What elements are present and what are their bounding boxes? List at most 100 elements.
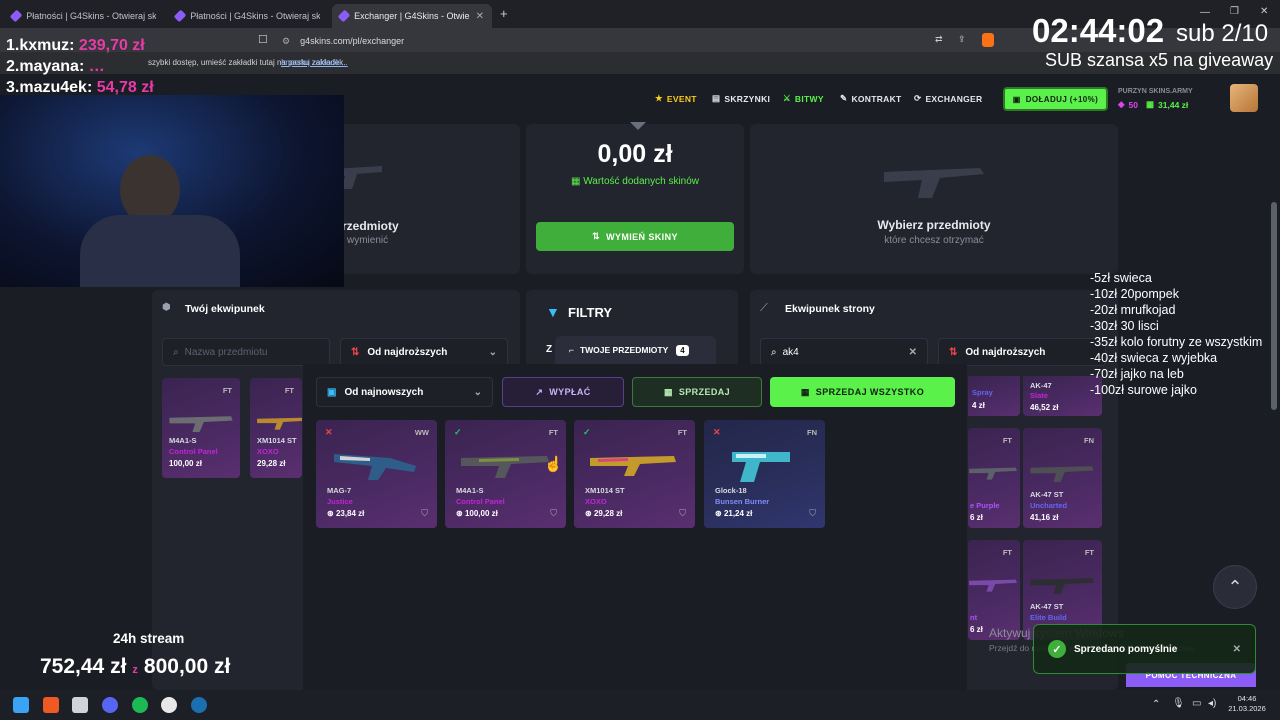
site-item-card[interactable]: FT e Purple 6 zł	[968, 428, 1020, 528]
windows-start-icon[interactable]	[13, 697, 29, 713]
nav-cases[interactable]: ▤ SKRZYNKI	[712, 93, 770, 104]
withdraw-button[interactable]: ↗ WYPŁAĆ	[502, 377, 624, 407]
site-info-icon[interactable]: ⚙	[282, 36, 290, 47]
inventory-search-placeholder: Nazwa przedmiotu	[184, 346, 268, 358]
item-price-value: 29,28 zł	[593, 509, 623, 518]
rifle-image	[461, 456, 549, 478]
sell-button[interactable]: ▦ SPRZEDAJ	[632, 377, 762, 407]
maximize-icon[interactable]: ❐	[1230, 6, 1239, 17]
leaderboard-row: 3.mazu4ek: 54,78 zł	[6, 77, 154, 98]
my-items-sort-value: Od najnowszych	[344, 386, 424, 398]
rifle-image	[1030, 578, 1094, 595]
close-icon[interactable]: ✕	[1233, 644, 1241, 655]
my-item-card[interactable]: ✓ FT XM1014 ST XOXO ⊛ 29,28 zł ⛉	[574, 420, 695, 528]
microphone-icon[interactable]: 🎙	[1172, 698, 1185, 709]
site-item-card[interactable]: FN AK-47 ST Uncharted 41,16 zł	[1023, 428, 1102, 528]
close-tab-icon[interactable]: ✕	[476, 11, 484, 22]
site-search-input[interactable]: ⌕ ak4 ✕	[760, 338, 928, 366]
shield-icon[interactable]: ⛉	[679, 508, 686, 519]
avatar[interactable]	[1230, 84, 1258, 112]
chevron-down-icon: ⌄	[488, 346, 497, 358]
gem-icon: ◆	[1118, 99, 1125, 109]
nav-contract[interactable]: ✎ KONTRAKT	[840, 93, 902, 104]
my-item-card[interactable]: ✓ FT M4A1-S Control Panel ⊛ 100,00 zł ⛉	[445, 420, 566, 528]
spotify-icon[interactable]	[132, 697, 148, 713]
scroll-to-top-button[interactable]: ⌃	[1213, 565, 1257, 609]
item-price-value: 100,00 zł	[464, 509, 498, 518]
nav-exchanger[interactable]: ⟳ EXCHANGER	[914, 93, 982, 104]
inventory-item-card[interactable]: FT XM1014 ST XOXO 29,28 zł	[250, 378, 302, 478]
nav-event[interactable]: ★ EVENT	[655, 93, 697, 104]
shield-icon[interactable]: ⛉	[809, 508, 816, 519]
item-wear: FN	[807, 428, 817, 437]
swap-skins-button[interactable]: ⇅ WYMIEŃ SKINY	[536, 222, 734, 251]
site-sort-value: Od najdroższych	[965, 346, 1046, 358]
bookmark-icon[interactable]: ☐	[258, 33, 268, 46]
g4skins-favicon-icon	[9, 9, 23, 23]
network-icon[interactable]: ▭	[1192, 698, 1201, 709]
clear-icon[interactable]: ✕	[909, 347, 917, 358]
item-skin: XOXO	[257, 447, 279, 456]
g4skins-favicon-icon	[173, 9, 187, 23]
item-skin: Spray	[972, 388, 993, 397]
obs-icon[interactable]	[161, 697, 177, 713]
exchange-value-label-text: Wartość dodanych skinów	[583, 176, 700, 187]
inventory-item-card[interactable]: FT M4A1-S Control Panel 100,00 zł	[162, 378, 240, 478]
my-items-sort-select[interactable]: ▣ Od najnowszych ⌄	[316, 377, 493, 407]
my-item-card[interactable]: ✕ WW MAG-7 Justice ⊛ 23,84 zł ⛉	[316, 420, 437, 528]
inventory-search-input[interactable]: ⌕ Nazwa przedmiotu	[162, 338, 330, 366]
taskbar-clock[interactable]: 04:46 21.03.2026	[1224, 694, 1270, 714]
new-tab-button[interactable]: +	[500, 6, 508, 21]
donor-amount: 239,70 zł	[78, 37, 145, 54]
item-wear: FT	[1084, 548, 1094, 557]
brave-browser-icon[interactable]	[43, 697, 59, 713]
site-item-card[interactable]: Spray 4 zł	[968, 376, 1020, 416]
nav-battles[interactable]: ⚔ BITWY	[783, 93, 824, 104]
my-item-card[interactable]: ✕ FN Glock-18 Bunsen Burner ⊛ 21,24 zł ⛉	[704, 420, 825, 528]
coin-icon: ⊛	[327, 509, 336, 518]
donor-amount: …	[88, 58, 105, 75]
deposit-button[interactable]: ▣ DOŁADUJ (+10%)	[1003, 87, 1108, 111]
page-scrollbar[interactable]	[1271, 202, 1277, 410]
item-skin: Control Panel	[456, 497, 505, 506]
username[interactable]: PURZYN SKINS.ARMY	[1118, 88, 1193, 95]
brave-shield-icon[interactable]	[982, 33, 994, 47]
item-name: XM1014 ST	[257, 436, 297, 445]
mail-icon[interactable]	[72, 697, 88, 713]
swap-skins-label: WYMIEŃ SKINY	[606, 231, 678, 242]
browser-tab[interactable]: Płatności | G4Skins - Otwieraj skrzyni…	[168, 4, 328, 28]
share-icon[interactable]: ⇪	[958, 34, 966, 45]
shield-icon[interactable]: ⛉	[550, 508, 557, 519]
gun-icon: ⌐	[569, 345, 574, 355]
cases-icon: ▤	[712, 93, 721, 103]
sell-all-button[interactable]: ▦ SPRZEDAJ WSZYSTKO	[770, 377, 955, 407]
translate-icon[interactable]: ⇄	[935, 34, 943, 45]
item-wear: FT	[284, 386, 294, 395]
discord-icon[interactable]	[102, 697, 118, 713]
clock-time: 04:46	[1237, 694, 1257, 703]
item-wear: FT	[1002, 548, 1012, 557]
minimize-icon[interactable]: —	[1200, 7, 1210, 18]
steam-icon[interactable]	[191, 697, 207, 713]
my-items-tab[interactable]: ⌐ TWOJE PRZEDMIOTY 4	[555, 336, 716, 364]
browser-tab-active[interactable]: Exchanger | G4Skins - Otwieraj s… ✕	[332, 4, 492, 28]
volume-icon[interactable]: ◂)	[1208, 698, 1216, 709]
item-price: 29,28 zł	[257, 459, 286, 468]
site-sort-select[interactable]: ⇅ Od najdroższych	[938, 338, 1106, 366]
site-item-card[interactable]: FT nt 6 zł	[968, 540, 1020, 640]
item-wear: FN	[1084, 436, 1094, 445]
inventory-sort-select[interactable]: ⇅ Od najdroższych ⌄	[340, 338, 508, 366]
donation-item: -5zł swieca	[1090, 271, 1152, 285]
search-icon: ⌕	[771, 346, 777, 358]
shield-icon[interactable]: ⛉	[421, 508, 428, 519]
close-window-icon[interactable]: ✕	[1260, 6, 1268, 17]
pencil-icon: ✎	[840, 93, 848, 103]
item-price: ⊛ 29,28 zł	[585, 509, 622, 518]
url-field[interactable]: ⚙ g4skins.com/pl/exchanger	[282, 33, 1002, 49]
item-price: 6 zł	[970, 625, 983, 634]
import-bookmarks-link[interactable]: Importuj zakładki...	[281, 58, 348, 67]
browser-tab[interactable]: Płatności | G4Skins - Otwieraj skrzyni…	[4, 4, 164, 28]
donor-amount: 54,78 zł	[96, 79, 154, 96]
arrow-up-right-icon: ↗	[535, 386, 544, 397]
tray-chevron-icon[interactable]: ⌃	[1152, 699, 1160, 710]
